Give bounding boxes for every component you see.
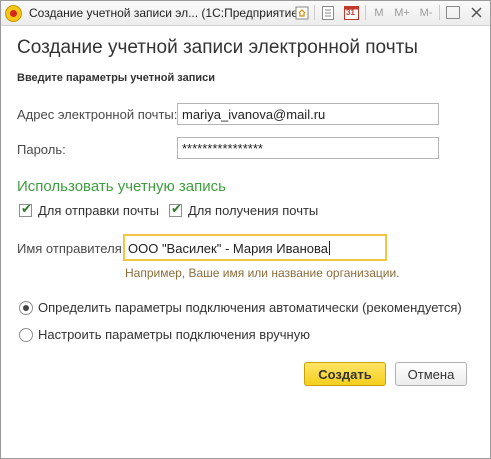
1c-logo-icon xyxy=(5,5,22,22)
cancel-button[interactable]: Отмена xyxy=(395,362,467,386)
home-icon[interactable] xyxy=(293,3,311,22)
radio-selected-dot xyxy=(23,305,29,311)
sender-hint: Например, Ваше имя или название организа… xyxy=(125,266,400,280)
sender-input-value: ООО "Василек" - Мария Иванова xyxy=(128,241,328,256)
toolbar-separator xyxy=(439,5,440,20)
receive-mail-checkbox[interactable]: ✔ xyxy=(169,201,182,217)
send-mail-label: Для отправки почты xyxy=(38,203,159,218)
create-button[interactable]: Создать xyxy=(304,362,386,386)
auto-connection-label: Определить параметры подключения автомат… xyxy=(38,300,462,315)
email-label: Адрес электронной почты: xyxy=(17,107,178,122)
calendar-day: 31 xyxy=(346,8,355,17)
email-account-dialog: Создание учетной записи эл... (1С:Предпр… xyxy=(0,0,491,459)
checkmark-icon: ✔ xyxy=(21,201,32,216)
use-account-title: Использовать учетную запись xyxy=(17,178,226,195)
calendar-icon[interactable]: 31 xyxy=(342,3,360,22)
sender-input[interactable]: ООО "Василек" - Мария Иванова xyxy=(123,234,387,261)
memory-minus-button[interactable]: M- xyxy=(417,3,435,22)
memory-plus-button[interactable]: M+ xyxy=(392,3,412,22)
email-input[interactable]: mariya_ivanova@mail.ru xyxy=(177,103,439,125)
close-icon[interactable] xyxy=(467,3,485,22)
title-bar: Создание учетной записи эл... (1С:Предпр… xyxy=(1,1,490,26)
toolbar-separator xyxy=(314,5,315,20)
form-heading: Создание учетной записи электронной почт… xyxy=(17,37,418,58)
auto-connection-radio[interactable] xyxy=(19,301,33,315)
text-cursor xyxy=(328,241,330,255)
send-mail-checkbox[interactable]: ✔ xyxy=(19,201,32,217)
checkmark-icon: ✔ xyxy=(171,201,182,216)
password-input[interactable]: **************** xyxy=(177,137,439,159)
password-label: Пароль: xyxy=(17,142,66,157)
list-icon[interactable] xyxy=(319,3,337,22)
toolbar-separator xyxy=(365,5,366,20)
sender-label: Имя отправителя: xyxy=(17,241,126,256)
memory-button[interactable]: M xyxy=(371,3,387,22)
maximize-icon[interactable] xyxy=(444,3,462,22)
window-title: Создание учетной записи эл... (1С:Предпр… xyxy=(29,6,303,20)
manual-connection-label: Настроить параметры подключения вручную xyxy=(38,327,310,342)
section-caption: Введите параметры учетной записи xyxy=(17,72,216,84)
receive-mail-label: Для получения почты xyxy=(188,203,319,218)
manual-connection-radio[interactable] xyxy=(19,328,33,342)
